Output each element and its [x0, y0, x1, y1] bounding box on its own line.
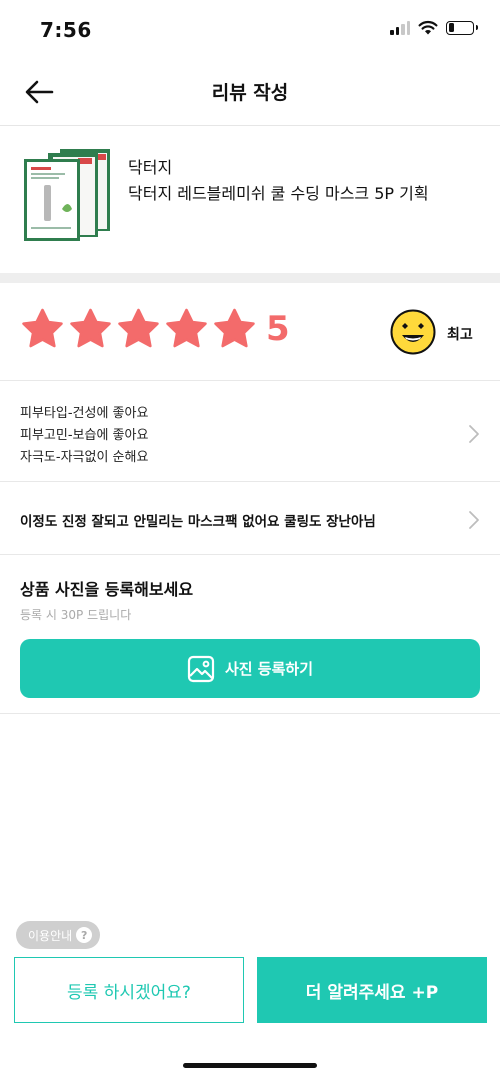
- tell-more-button[interactable]: 더 알려주세요 +P: [257, 957, 487, 1023]
- product-name: 닥터지 레드블레미쉬 쿨 수딩 마스크 5P 기획: [128, 184, 429, 203]
- product-summary: 닥터지 닥터지 레드블레미쉬 쿨 수딩 마스크 5P 기획: [0, 127, 500, 273]
- photo-upload-button[interactable]: 사진 등록하기: [20, 639, 480, 698]
- usage-guide-label: 이용안내: [28, 928, 73, 943]
- status-icons: [390, 20, 478, 35]
- tell-more-label: 더 알려주세요 +P: [305, 982, 439, 1003]
- star-icon[interactable]: [68, 307, 113, 352]
- rating-score: 5: [266, 309, 290, 349]
- register-review-button[interactable]: 등록 하시겠어요?: [14, 957, 244, 1023]
- skin-attributes-row[interactable]: 피부타입-건성에 좋아요 피부고민-보습에 좋아요 자극도-자극없이 순해요: [0, 382, 500, 482]
- app-header: 리뷰 작성: [0, 56, 500, 126]
- chevron-right-icon: [469, 511, 479, 529]
- photo-section-subtitle: 등록 시 30P 드립니다: [20, 608, 132, 622]
- photo-upload-label: 사진 등록하기: [224, 660, 314, 678]
- review-text: 이정도 진정 잘되고 안밀리는 마스크팩 없어요 쿨링도 장난아님: [20, 514, 376, 530]
- signal-icon: [390, 20, 410, 35]
- status-time: 7:56: [40, 18, 92, 42]
- register-review-label: 등록 하시겠어요?: [67, 982, 191, 1003]
- image-icon: [187, 655, 215, 682]
- battery-icon: [446, 20, 478, 35]
- attribute-skin-type: 피부타입-건성에 좋아요: [20, 406, 149, 421]
- rating-label: 최고: [447, 327, 473, 343]
- attribute-irritation: 자극도-자극없이 순해요: [20, 450, 149, 465]
- star-icon[interactable]: [164, 307, 209, 352]
- review-text-row[interactable]: 이정도 진정 잘되고 안밀리는 마스크팩 없어요 쿨링도 장난아님: [0, 483, 500, 555]
- star-rating[interactable]: [20, 307, 257, 352]
- product-image: [24, 149, 110, 241]
- attribute-skin-concern: 피부고민-보습에 좋아요: [20, 428, 149, 443]
- question-icon: ?: [76, 927, 93, 943]
- wifi-icon: [418, 20, 438, 35]
- photo-section-title: 상품 사진을 등록해보세요: [20, 580, 194, 599]
- chevron-right-icon: [469, 425, 479, 443]
- product-brand: 닥터지: [128, 158, 173, 177]
- usage-guide-button[interactable]: 이용안내 ?: [16, 921, 101, 949]
- home-indicator: [183, 1063, 317, 1068]
- star-icon[interactable]: [20, 307, 65, 352]
- rating-row: 5 최고: [0, 283, 500, 381]
- photo-upload-section: 상품 사진을 등록해보세요 등록 시 30P 드립니다 사진 등록하기: [0, 556, 500, 714]
- page-title: 리뷰 작성: [211, 82, 289, 104]
- status-bar: 7:56: [0, 0, 500, 56]
- section-divider: [0, 273, 500, 283]
- star-icon[interactable]: [212, 307, 257, 352]
- grinning-face-icon: [390, 309, 436, 355]
- star-icon[interactable]: [116, 307, 161, 352]
